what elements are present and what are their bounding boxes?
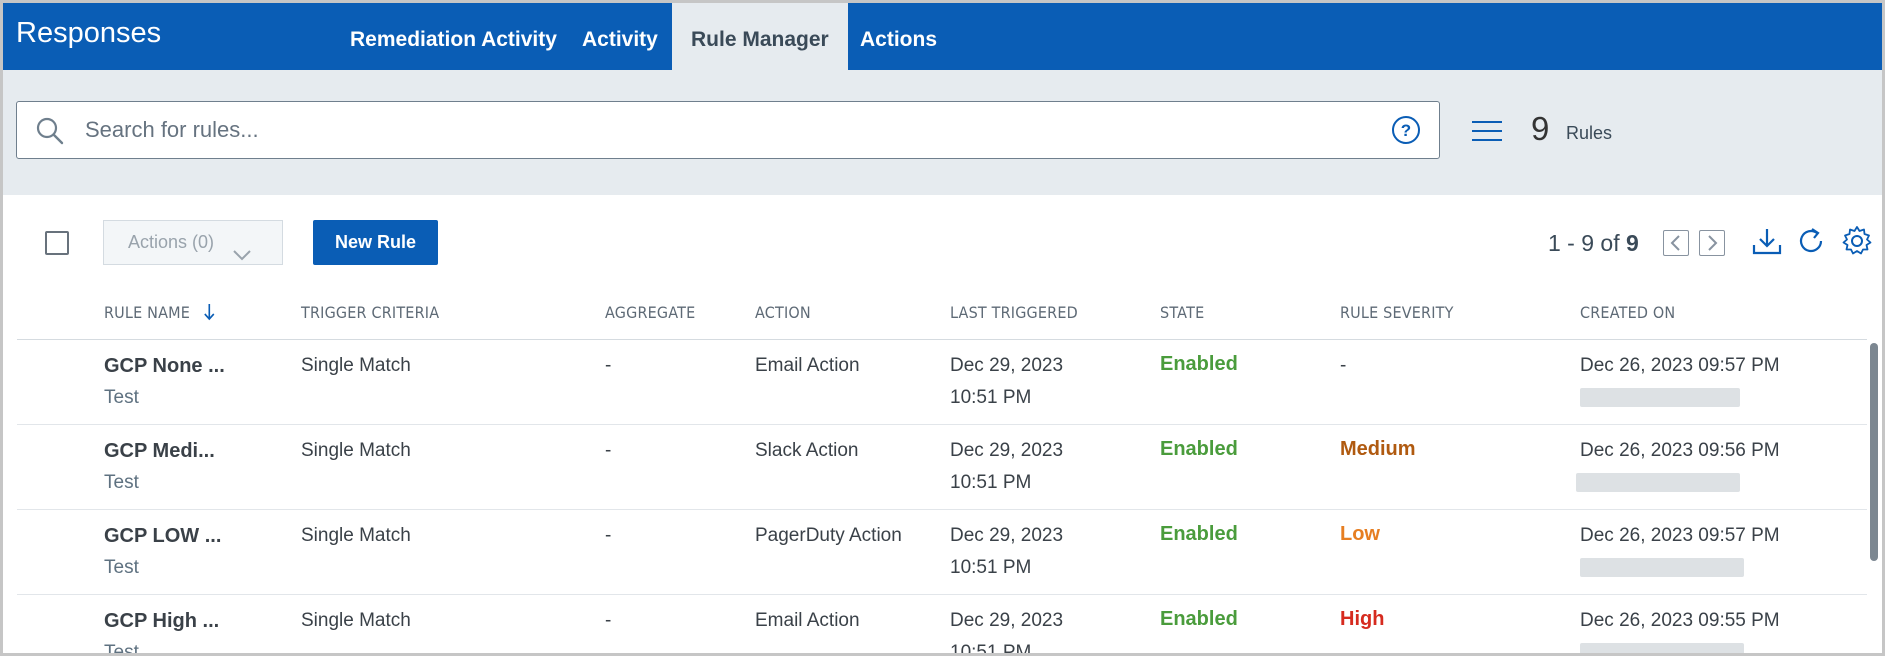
help-icon[interactable]: ? [1391, 115, 1421, 150]
column-header-created-on[interactable]: CREATED ON [1580, 303, 1675, 322]
pagination-total: 9 [1626, 230, 1639, 256]
search-box[interactable]: ? [16, 101, 1440, 159]
last-triggered-date: Dec 29, 2023 [950, 355, 1064, 376]
state-badge: Enabled [1160, 523, 1238, 545]
state-badge: Enabled [1160, 438, 1238, 460]
column-header-action[interactable]: ACTION [755, 303, 811, 322]
redacted-creator [1580, 643, 1744, 653]
tab-remediation-activity[interactable]: Remediation Activity [331, 3, 576, 70]
svg-text:?: ? [1401, 121, 1411, 140]
table-scrollbar[interactable] [1870, 343, 1878, 561]
created-on: Dec 26, 2023 09:57 PM [1580, 355, 1780, 376]
last-triggered-date: Dec 29, 2023 [950, 610, 1064, 631]
state-badge: Enabled [1160, 608, 1238, 630]
redacted-creator [1580, 558, 1744, 577]
search-icon [35, 116, 65, 151]
rule-subtitle: Test [104, 642, 139, 656]
refresh-icon[interactable] [1795, 225, 1827, 262]
list-menu-icon[interactable] [1471, 119, 1503, 148]
redacted-creator [1580, 388, 1740, 407]
created-on: Dec 26, 2023 09:57 PM [1580, 525, 1780, 546]
column-header-last-triggered[interactable]: LAST TRIGGERED [950, 303, 1078, 322]
tab-rule-manager[interactable]: Rule Manager [672, 3, 848, 70]
rule-name[interactable]: GCP None ... [104, 355, 225, 378]
last-triggered-time: 10:51 PM [950, 557, 1032, 578]
actions-dropdown-label: Actions (0) [128, 232, 215, 252]
app-window: Responses Remediation Activity Activity … [0, 0, 1885, 656]
tab-actions[interactable]: Actions [841, 3, 956, 70]
rule-name[interactable]: GCP LOW ... [104, 525, 221, 548]
redacted-creator [1576, 473, 1740, 492]
created-on: Dec 26, 2023 09:56 PM [1580, 440, 1780, 461]
gear-icon[interactable] [1841, 225, 1873, 262]
action: Slack Action [755, 440, 859, 461]
prev-page-icon [1670, 235, 1680, 251]
rule-subtitle: Test [104, 387, 139, 408]
rule-subtitle: Test [104, 472, 139, 493]
last-triggered-date: Dec 29, 2023 [950, 525, 1064, 546]
action: Email Action [755, 610, 860, 631]
rule-subtitle: Test [104, 557, 139, 578]
action: PagerDuty Action [755, 525, 902, 546]
last-triggered-time: 10:51 PM [950, 642, 1032, 656]
aggregate: - [605, 610, 612, 631]
aggregate: - [605, 355, 612, 376]
actions-dropdown[interactable]: Actions (0) [103, 220, 283, 265]
pagination-range: 1 - 9 of [1548, 230, 1620, 256]
app-title: Responses [16, 17, 162, 49]
download-icon[interactable] [1751, 225, 1783, 262]
rules-count: 9 [1531, 110, 1550, 147]
table-row[interactable]: GCP None ... Test Single Match - Email A… [17, 340, 1867, 425]
search-input[interactable] [85, 114, 1375, 146]
chevron-down-icon [232, 235, 252, 278]
created-on: Dec 26, 2023 09:55 PM [1580, 610, 1780, 631]
severity: High [1340, 608, 1385, 630]
table-row[interactable]: GCP LOW ... Test Single Match - PagerDut… [17, 510, 1867, 595]
last-triggered-time: 10:51 PM [950, 472, 1032, 493]
top-nav-bar: Responses Remediation Activity Activity … [3, 3, 1882, 70]
pagination-info: 1 - 9 of 9 [1548, 230, 1639, 257]
severity: Low [1340, 523, 1380, 545]
aggregate: - [605, 440, 612, 461]
tab-activity[interactable]: Activity [563, 3, 677, 70]
next-page-icon [1708, 235, 1718, 251]
new-rule-button[interactable]: New Rule [313, 220, 438, 265]
trigger-criteria: Single Match [301, 525, 411, 546]
trigger-criteria: Single Match [301, 440, 411, 461]
rules-count-label: Rules [1566, 123, 1613, 143]
column-header-aggregate[interactable]: AGGREGATE [605, 303, 695, 322]
column-header-state[interactable]: STATE [1160, 303, 1204, 322]
table-row[interactable]: GCP Medi... Test Single Match - Slack Ac… [17, 425, 1867, 510]
rule-name[interactable]: GCP High ... [104, 610, 219, 633]
trigger-criteria: Single Match [301, 355, 411, 376]
prev-page-button[interactable] [1663, 230, 1689, 256]
next-page-button[interactable] [1699, 230, 1725, 256]
select-all-checkbox[interactable] [45, 231, 69, 255]
sort-down-arrow-icon [204, 304, 215, 321]
column-header-rule-severity[interactable]: RULE SEVERITY [1340, 303, 1454, 322]
state-badge: Enabled [1160, 353, 1238, 375]
rule-name[interactable]: GCP Medi... [104, 440, 215, 463]
search-area: ? 9 Rules [3, 70, 1882, 195]
column-header-trigger-criteria[interactable]: TRIGGER CRITERIA [301, 303, 439, 322]
action: Email Action [755, 355, 860, 376]
severity: - [1340, 355, 1347, 376]
column-header-rule-name[interactable]: RULE NAME [104, 303, 216, 322]
severity: Medium [1340, 438, 1416, 460]
column-header-label: RULE NAME [104, 303, 191, 322]
last-triggered-date: Dec 29, 2023 [950, 440, 1064, 461]
table-row[interactable]: GCP High ... Test Single Match - Email A… [17, 595, 1867, 656]
last-triggered-time: 10:51 PM [950, 387, 1032, 408]
aggregate: - [605, 525, 612, 546]
trigger-criteria: Single Match [301, 610, 411, 631]
